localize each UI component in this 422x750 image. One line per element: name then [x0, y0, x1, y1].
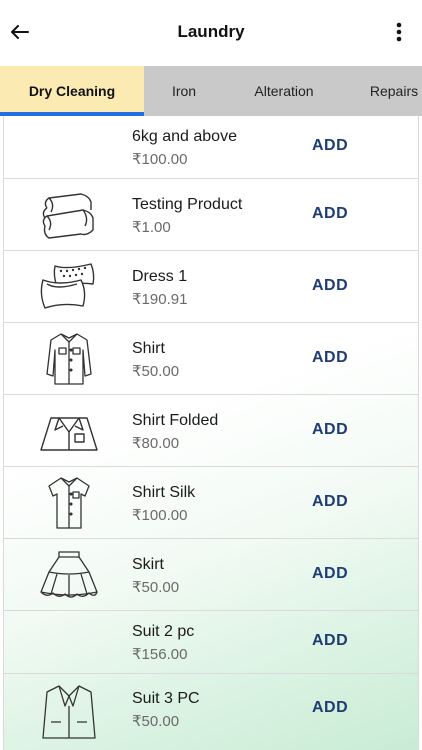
suit-jacket-icon [34, 680, 104, 742]
list-item[interactable]: Shirt Folded ₹80.00 ADD [4, 395, 418, 467]
add-button[interactable]: ADD [312, 137, 348, 155]
skirt-icon [34, 544, 104, 606]
long-sleeve-shirt-icon [34, 328, 104, 390]
add-button[interactable]: ADD [312, 349, 348, 367]
item-price: ₹156.00 [132, 646, 188, 663]
tab-label: Dry Cleaning [28, 83, 116, 99]
item-name: 6kg and above [132, 128, 237, 145]
add-button[interactable]: ADD [312, 699, 348, 717]
item-price: ₹190.91 [132, 291, 188, 308]
list-item[interactable]: Shirt ₹50.00 ADD [4, 323, 418, 395]
item-price: ₹50.00 [132, 363, 180, 380]
short-sleeve-shirt-icon [34, 472, 104, 534]
list-item[interactable]: Suit 3 PC ₹50.00 ADD [4, 674, 418, 746]
more-options-button[interactable] [394, 20, 404, 44]
tab-alteration[interactable]: Alteration [224, 66, 344, 116]
add-button[interactable]: ADD [312, 421, 348, 439]
tab-label: Repairs [369, 83, 419, 99]
item-price: ₹100.00 [132, 507, 188, 524]
tab-dry-cleaning[interactable]: Dry Cleaning [0, 66, 144, 116]
list-item[interactable]: Skirt ₹50.00 ADD [4, 539, 418, 611]
add-button[interactable]: ADD [312, 565, 348, 583]
tab-repairs[interactable]: Repairs [344, 66, 422, 116]
pillows-icon [34, 256, 104, 318]
page-title: Laundry [177, 22, 245, 41]
tab-label: Iron [171, 83, 197, 99]
item-price: ₹50.00 [132, 579, 180, 596]
item-name: Shirt Folded [132, 412, 219, 429]
item-name: Skirt [132, 556, 164, 573]
folded-shirt-icon [34, 400, 104, 462]
item-price: ₹80.00 [132, 435, 180, 452]
app-bar: Laundry [0, 0, 422, 66]
item-name: Shirt Silk [132, 484, 196, 501]
item-name: Suit 3 PC [132, 690, 200, 707]
add-button[interactable]: ADD [312, 277, 348, 295]
item-name: Testing Product [132, 196, 243, 213]
tab-label: Alteration [254, 83, 314, 99]
item-price: ₹100.00 [132, 151, 188, 168]
item-name: Dress 1 [132, 268, 188, 285]
add-button[interactable]: ADD [312, 205, 348, 223]
list-item[interactable]: Testing Product ₹1.00 ADD [4, 179, 418, 251]
add-button[interactable]: ADD [312, 493, 348, 511]
product-list: 6kg and above ₹100.00 ADD Testing Produc… [3, 116, 419, 750]
list-item[interactable]: Shirt Silk ₹100.00 ADD [4, 467, 418, 539]
add-button[interactable]: ADD [312, 632, 348, 650]
list-item[interactable]: 6kg and above ₹100.00 ADD [4, 116, 418, 179]
category-tab-bar: Dry Cleaning Iron Alteration Repairs [0, 66, 422, 116]
more-vertical-icon [396, 22, 402, 42]
folded-towels-icon [34, 184, 104, 246]
list-item[interactable]: Dress 1 ₹190.91 ADD [4, 251, 418, 323]
tab-iron[interactable]: Iron [144, 66, 224, 116]
item-price: ₹1.00 [132, 219, 171, 236]
item-price: ₹50.00 [132, 713, 180, 730]
item-name: Shirt [132, 340, 165, 357]
list-item[interactable]: Suit 2 pc ₹156.00 ADD [4, 611, 418, 674]
item-name: Suit 2 pc [132, 623, 195, 640]
